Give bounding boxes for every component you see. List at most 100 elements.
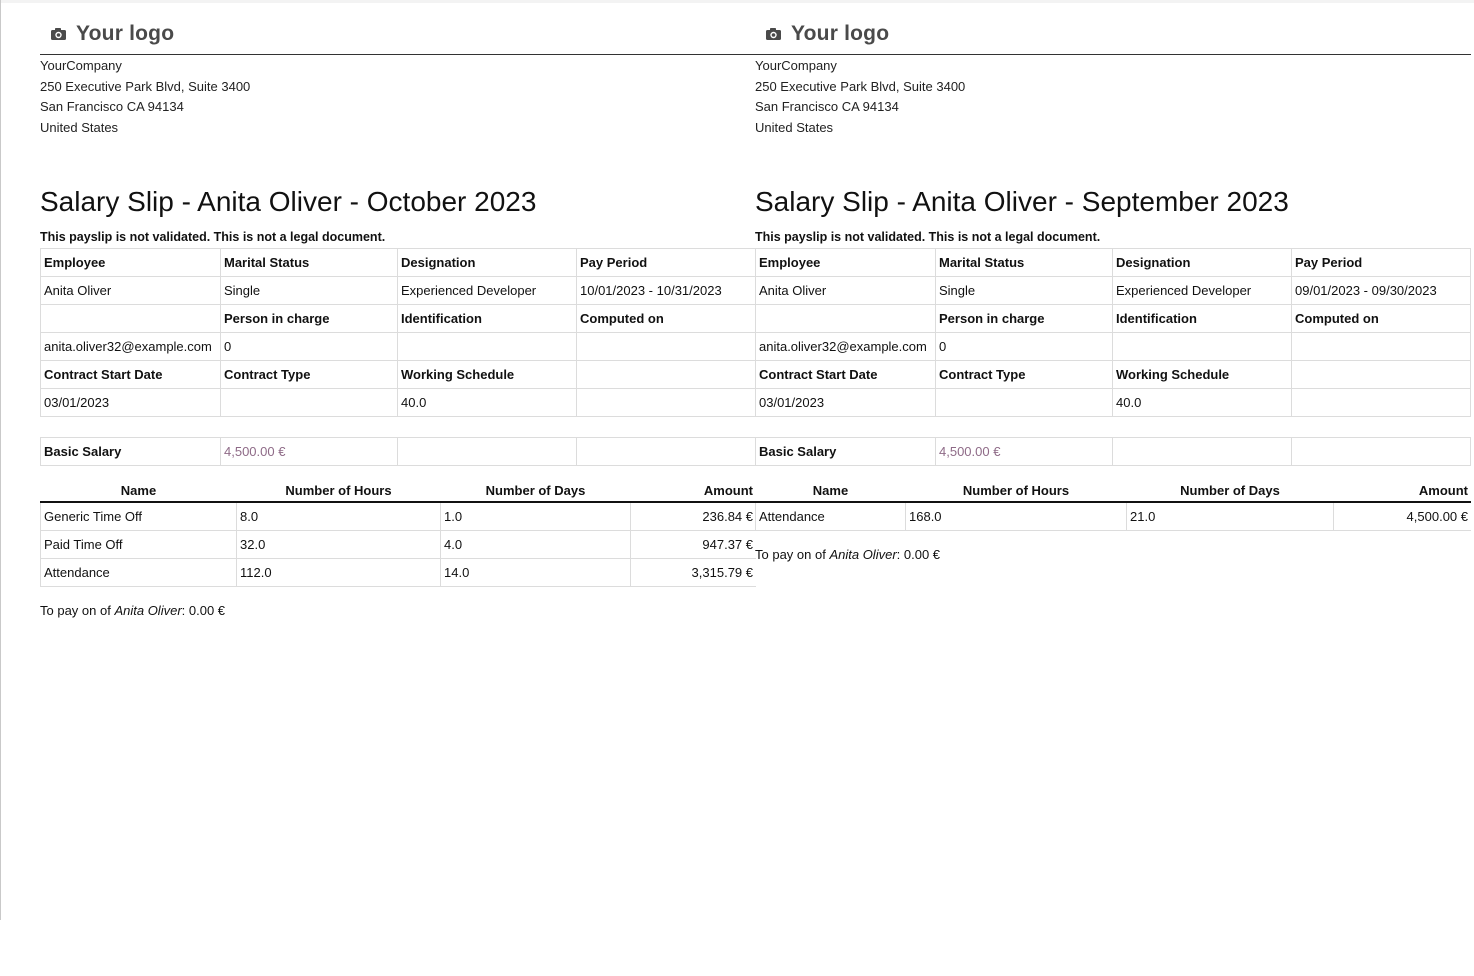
not-validated-warning: This payslip is not validated. This is n… [755,230,1101,244]
col-header-name: Name [40,479,237,503]
address-country: United States [40,119,119,135]
table-row: Anita Oliver Single Experienced Develope… [40,276,756,305]
camera-icon [51,28,66,40]
table-row: Employee Marital Status Designation Pay … [40,248,756,277]
line-amount: 4,500.00 € [1333,501,1471,531]
empty-cell [40,304,221,333]
table-row: anita.oliver32@example.com 0 [40,332,756,361]
line-hours: 168.0 [905,501,1127,531]
contract-type-value [935,388,1113,417]
table-row: Contract Start Date Contract Type Workin… [755,360,1471,389]
company-name: YourCompany [40,58,122,73]
empty-cell [1291,360,1471,389]
pay-period-value: 10/01/2023 - 10/31/2023 [576,276,756,305]
to-pay-prefix: To pay on of [755,547,826,562]
table-row: Contract Start Date Contract Type Workin… [40,360,756,389]
contract-start-label: Contract Start Date [40,360,221,389]
designation-value: Experienced Developer [1112,276,1292,305]
identification-value [397,332,577,361]
table-row: 03/01/2023 40.0 [755,388,1471,417]
contract-type-value [220,388,398,417]
table-row: Person in charge Identification Computed… [40,304,756,333]
computed-on-value [576,332,756,361]
working-schedule-label: Working Schedule [1112,360,1292,389]
table-row: Attendance 168.0 21.0 4,500.00 € [755,501,1471,531]
table-row: Basic Salary 4,500.00 € [755,437,1471,466]
col-header-name: Name [755,479,906,503]
line-amount: 947.37 € [630,530,756,559]
table-header-row: Name Number of Hours Number of Days Amou… [40,479,756,503]
computed-on-value [1291,332,1471,361]
table-row: Attendance 112.0 14.0 3,315.79 € [40,558,756,587]
address-line-2: San Francisco CA 94134 [755,99,899,114]
employee-email: anita.oliver32@example.com [40,332,221,361]
to-pay-line: To pay on of Anita Oliver: 0.00 € [40,603,225,618]
line-name: Generic Time Off [40,501,237,531]
slip-title: Salary Slip - Anita Oliver - October 202… [40,186,537,217]
line-name: Paid Time Off [40,530,237,559]
address-line-1: 250 Executive Park Blvd, Suite 3400 [755,78,966,94]
col-header-amount: Amount [630,479,756,503]
identification-value [1112,332,1292,361]
basic-salary-table: Basic Salary 4,500.00 € [755,437,1471,466]
col-header-amount: Amount [1333,479,1471,503]
marital-status-label: Marital Status [220,248,398,277]
empty-cell [576,388,756,417]
designation-label: Designation [397,248,577,277]
basic-salary-value: 4,500.00 € [935,437,1113,466]
marital-status-value: Single [935,276,1113,305]
working-schedule-value: 40.0 [397,388,577,417]
camera-icon [766,28,781,40]
employee-info-table: Employee Marital Status Designation Pay … [40,248,756,417]
line-name: Attendance [755,501,906,531]
identification-label: Identification [397,304,577,333]
pay-period-value: 09/01/2023 - 09/30/2023 [1291,276,1471,305]
line-hours: 32.0 [236,530,441,559]
to-pay-employee: Anita Oliver [829,547,897,562]
designation-label: Designation [1112,248,1292,277]
logo-text: Your logo [76,22,175,45]
company-address: YourCompany 250 Executive Park Blvd, Sui… [755,56,965,138]
empty-cell [755,304,936,333]
line-amount: 236.84 € [630,501,756,531]
employee-value: Anita Oliver [40,276,221,305]
empty-cell [1291,437,1471,466]
basic-salary-value: 4,500.00 € [220,437,398,466]
employee-label: Employee [755,248,936,277]
empty-cell [576,360,756,389]
table-row: Employee Marital Status Designation Pay … [755,248,1471,277]
empty-cell [1112,437,1292,466]
basic-salary-label: Basic Salary [40,437,221,466]
employee-value: Anita Oliver [755,276,936,305]
pay-period-label: Pay Period [576,248,756,277]
to-pay-line: To pay on of Anita Oliver: 0.00 € [755,547,940,562]
basic-salary-label: Basic Salary [755,437,936,466]
designation-value: Experienced Developer [397,276,577,305]
viewer-left-edge [0,0,1,920]
address-country: United States [755,119,834,135]
table-row: 03/01/2023 40.0 [40,388,756,417]
line-days: 1.0 [440,501,631,531]
person-in-charge-value: 0 [220,332,398,361]
contract-start-label: Contract Start Date [755,360,936,389]
contract-start-value: 03/01/2023 [40,388,221,417]
worked-days-table: Name Number of Hours Number of Days Amou… [40,479,756,587]
logo-header: Your logo [755,20,1471,55]
empty-cell [397,437,577,466]
employee-label: Employee [40,248,221,277]
empty-cell [576,437,756,466]
pay-period-label: Pay Period [1291,248,1471,277]
to-pay-employee: Anita Oliver [114,603,182,618]
not-validated-warning: This payslip is not validated. This is n… [40,230,386,244]
col-header-hours: Number of Hours [905,479,1127,503]
working-schedule-value: 40.0 [1112,388,1292,417]
computed-on-label: Computed on [1291,304,1471,333]
marital-status-value: Single [220,276,398,305]
identification-label: Identification [1112,304,1292,333]
marital-status-label: Marital Status [935,248,1113,277]
line-hours: 8.0 [236,501,441,531]
line-days: 14.0 [440,558,631,587]
logo-header: Your logo [40,20,756,55]
line-days: 4.0 [440,530,631,559]
table-row: anita.oliver32@example.com 0 [755,332,1471,361]
